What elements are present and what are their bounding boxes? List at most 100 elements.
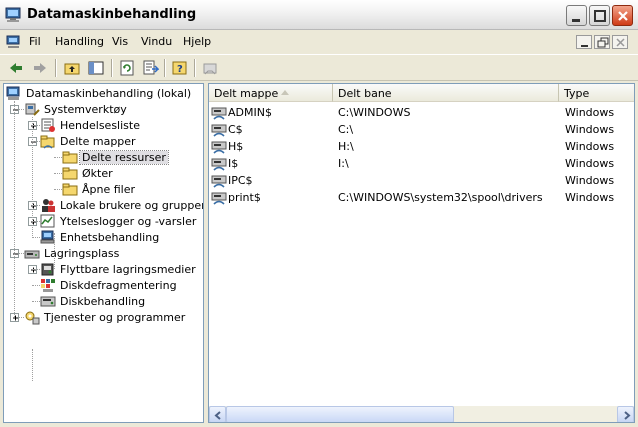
tree-connector <box>19 109 24 110</box>
shared-drive-icon <box>211 107 227 120</box>
menu-hjelp[interactable]: Hjelp <box>183 35 211 48</box>
tree-connector <box>19 317 24 318</box>
menu-vis[interactable]: Vis <box>112 35 128 48</box>
folder-up-icon <box>64 63 80 75</box>
list-item[interactable]: ADMIN$ C:\WINDOWS Windows <box>209 104 629 121</box>
list-item[interactable]: C$ C:\ Windows <box>209 121 629 138</box>
menu-fil[interactable]: Fil <box>29 35 41 48</box>
plus-icon <box>31 219 36 225</box>
doc-close-button[interactable] <box>612 35 628 49</box>
event-viewer-icon <box>41 118 55 132</box>
tree-node-label: Tjenester og programmer <box>44 311 186 324</box>
back-arrow-icon <box>10 63 22 73</box>
minus-icon <box>13 109 18 111</box>
new-share-button[interactable] <box>199 58 221 78</box>
tree-connector <box>32 285 40 286</box>
maximize-button[interactable] <box>589 5 610 26</box>
tree-connector <box>32 221 40 222</box>
menu-handling[interactable]: Handling <box>55 35 104 48</box>
services-icon <box>25 311 40 325</box>
shared-folders-icon <box>40 135 55 149</box>
console-tree[interactable]: Datamaskinbehandling (lokal) Systemverkt… <box>3 83 204 423</box>
tree-node-label: Flyttbare lagringsmedier <box>60 263 196 276</box>
column-header-type[interactable]: Type <box>559 84 634 102</box>
results-list[interactable]: Delt mappe Delt bane Type ADMIN$ C:\WINDO… <box>208 83 635 423</box>
tree-node-label: Hendelsesliste <box>60 119 140 132</box>
mmc-window-icon[interactable] <box>6 35 22 49</box>
plus-icon <box>31 267 36 273</box>
defrag-icon <box>41 279 55 292</box>
horizontal-scrollbar[interactable] <box>209 406 634 422</box>
toolbar-separator <box>55 59 57 77</box>
list-item[interactable]: H$ H:\ Windows <box>209 138 629 155</box>
list-item[interactable]: print$ C:\WINDOWS\system32\spool\drivers W… <box>209 189 629 206</box>
tree-connector <box>14 101 15 317</box>
share-path: C:\ <box>338 123 354 136</box>
tree-connector <box>32 269 40 270</box>
computer-management-icon <box>5 7 21 22</box>
toolbar: ? <box>0 54 638 81</box>
maximize-icon <box>594 10 606 22</box>
folder-icon <box>62 183 78 196</box>
chevron-right-icon <box>624 411 631 420</box>
tree-node-label: Økter <box>82 167 113 180</box>
back-button[interactable] <box>5 58 27 78</box>
console-tree-icon <box>88 61 104 75</box>
share-type: Windows <box>565 191 615 204</box>
close-button[interactable] <box>612 5 633 26</box>
toolbar-separator <box>164 59 166 77</box>
tree-node-label: Lokale brukere og grupper <box>60 199 204 212</box>
minimize-button[interactable] <box>566 5 587 26</box>
forward-button[interactable] <box>29 58 51 78</box>
storage-icon <box>24 250 40 259</box>
restore-icon <box>597 37 609 48</box>
doc-minimize-button[interactable] <box>576 35 592 49</box>
share-type: Windows <box>565 123 615 136</box>
share-name: H$ <box>228 140 244 153</box>
scroll-thumb[interactable] <box>226 406 454 422</box>
tree-connector <box>19 253 24 254</box>
list-item[interactable]: IPC$ Windows <box>209 172 629 189</box>
shared-drive-icon <box>211 158 227 171</box>
column-header-label: Delt mappe <box>214 87 279 100</box>
help-button[interactable]: ? <box>169 58 191 78</box>
minus-icon <box>31 141 36 143</box>
tree-connector <box>32 349 33 381</box>
share-path: C:\WINDOWS\system32\spool\drivers <box>338 191 543 204</box>
tree-node-label: Delte mapper <box>60 135 136 148</box>
folder-icon <box>62 151 78 164</box>
menu-vindu[interactable]: Vindu <box>141 35 172 48</box>
scroll-right-button[interactable] <box>617 406 634 422</box>
export-list-icon <box>143 60 159 75</box>
share-name: C$ <box>228 123 243 136</box>
scroll-left-button[interactable] <box>209 406 226 422</box>
list-item[interactable]: I$ I:\ Windows <box>209 155 629 172</box>
menu-bar: Fil Handling Vis Vindu Hjelp <box>0 31 638 53</box>
share-path: I:\ <box>338 157 349 170</box>
share-name: IPC$ <box>228 174 253 187</box>
show-hide-tree-button[interactable] <box>85 58 107 78</box>
refresh-icon <box>120 60 134 76</box>
toolbar-separator <box>194 59 196 77</box>
plus-icon <box>31 123 36 129</box>
column-header-label: Delt bane <box>338 87 392 100</box>
svg-text:?: ? <box>177 64 183 75</box>
tree-connector <box>54 157 62 158</box>
share-type: Windows <box>565 157 615 170</box>
export-list-button[interactable] <box>140 58 162 78</box>
doc-restore-button[interactable] <box>594 35 610 49</box>
title-bar[interactable]: Datamaskinbehandling <box>0 0 638 30</box>
tree-node-label: Systemverktøy <box>44 103 127 116</box>
refresh-button[interactable] <box>116 58 138 78</box>
column-header-shared-path[interactable]: Delt bane <box>333 84 559 102</box>
window-title: Datamaskinbehandling <box>27 7 197 22</box>
up-one-level-button[interactable] <box>61 58 83 78</box>
tree-node-label: Diskbehandling <box>60 295 146 308</box>
column-header-shared-folder[interactable]: Delt mappe <box>209 84 333 102</box>
tree-connector <box>32 237 40 238</box>
tree-connector <box>32 301 40 302</box>
users-icon <box>42 199 55 212</box>
tools-icon <box>25 103 40 116</box>
shared-drive-icon <box>211 141 227 154</box>
toolbar-separator <box>111 59 113 77</box>
